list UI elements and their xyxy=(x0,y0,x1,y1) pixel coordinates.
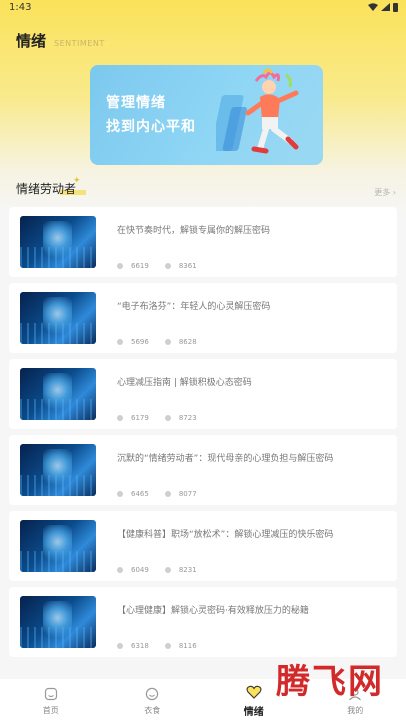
views-icon xyxy=(117,339,123,345)
sparkle-icon: ✦ xyxy=(73,176,81,186)
article-title: 【健康科普】职场“放松术”：解锁心理减压的快乐密码 xyxy=(117,530,334,540)
tab-label: 我的 xyxy=(347,706,364,715)
like-count: 8116 xyxy=(178,642,197,650)
like-count: 8077 xyxy=(178,490,197,498)
view-count: 5696 xyxy=(131,338,149,346)
article-title: 沉默的“情绪劳动者”：现代母亲的心理负担与解压密码 xyxy=(117,454,334,464)
likes-icon xyxy=(164,567,171,573)
views-icon xyxy=(117,263,123,269)
article-card[interactable]: 在快节奏时代，解锁专属你的解压密码 6619 8361 xyxy=(9,207,397,277)
like-count: 8723 xyxy=(178,414,197,422)
article-card[interactable]: 【心理健康】解锁心灵密码·有效释放压力的秘籍 6318 8116 xyxy=(9,587,397,657)
home-icon xyxy=(43,686,59,702)
views-icon xyxy=(117,643,123,649)
article-thumbnail xyxy=(20,520,96,572)
tab-food-clothing[interactable]: 衣食 xyxy=(122,686,182,716)
page-header: 情绪 SENTIMENT xyxy=(16,30,105,51)
tab-sentiment[interactable]: 情绪 xyxy=(224,684,284,718)
article-card[interactable]: 心理减压指南 | 解锁积极心态密码 6179 8723 xyxy=(9,359,397,429)
views-icon xyxy=(117,491,123,497)
likes-icon xyxy=(164,263,171,269)
promo-banner[interactable]: 管理情绪 找到内心平和 xyxy=(90,65,323,165)
banner-headline: 管理情绪 xyxy=(106,95,166,111)
article-stats: 6465 8077 xyxy=(117,490,213,498)
like-count: 8361 xyxy=(178,262,197,270)
article-stats: 6049 8231 xyxy=(117,566,213,574)
running-figure-illustration xyxy=(216,68,299,154)
site-watermark: 腾飞网 xyxy=(276,662,384,702)
page-subtitle: SENTIMENT xyxy=(54,39,105,48)
tab-label: 情绪 xyxy=(243,707,264,718)
article-thumbnail xyxy=(20,368,96,420)
page-title: 情绪 xyxy=(16,32,47,50)
tab-label: 衣食 xyxy=(144,706,161,715)
likes-icon xyxy=(164,491,171,497)
tab-label: 首页 xyxy=(42,706,59,715)
like-count: 8231 xyxy=(178,566,197,574)
view-count: 6318 xyxy=(131,642,149,650)
article-title: 心理减压指南 | 解锁积极心态密码 xyxy=(117,378,252,388)
banner-tagline: 找到内心平和 xyxy=(106,119,196,135)
views-icon xyxy=(117,567,123,573)
views-icon xyxy=(117,415,123,421)
article-list: 在快节奏时代，解锁专属你的解压密码 6619 8361 “电子布洛芬”：年轻人的… xyxy=(9,207,397,663)
more-link[interactable]: 更多 › xyxy=(374,187,396,198)
article-title: 【心理健康】解锁心灵密码·有效释放压力的秘籍 xyxy=(117,606,309,616)
wifi-icon xyxy=(368,3,378,11)
article-stats: 6619 8361 xyxy=(117,262,213,270)
view-count: 6049 xyxy=(131,566,149,574)
section-title: 情绪劳动者 xyxy=(16,182,77,196)
view-count: 6619 xyxy=(131,262,149,270)
view-count: 6179 xyxy=(131,414,149,422)
view-count: 6465 xyxy=(131,490,149,498)
section-header: 情绪劳动者 ✦ 更多 › xyxy=(16,176,400,198)
article-card[interactable]: “电子布洛芬”：年轻人的心灵解压密码 5696 8628 xyxy=(9,283,397,353)
likes-icon xyxy=(164,643,171,649)
status-time: 1:43 xyxy=(9,1,32,13)
battery-icon xyxy=(393,2,398,12)
article-thumbnail xyxy=(20,216,96,268)
article-thumbnail xyxy=(20,444,96,496)
article-stats: 6318 8116 xyxy=(117,642,213,650)
smile-icon xyxy=(144,686,160,702)
article-title: “电子布洛芬”：年轻人的心灵解压密码 xyxy=(117,302,271,312)
article-stats: 5696 8628 xyxy=(117,338,213,346)
like-count: 8628 xyxy=(178,338,197,346)
article-card[interactable]: 【健康科普】职场“放松术”：解锁心理减压的快乐密码 6049 8231 xyxy=(9,511,397,581)
status-icons xyxy=(368,2,398,12)
tab-home[interactable]: 首页 xyxy=(21,686,81,716)
article-stats: 6179 8723 xyxy=(117,414,213,422)
likes-icon xyxy=(164,339,171,345)
article-card[interactable]: 沉默的“情绪劳动者”：现代母亲的心理负担与解压密码 6465 8077 xyxy=(9,435,397,505)
heart-icon xyxy=(246,684,262,700)
article-title: 在快节奏时代，解锁专属你的解压密码 xyxy=(117,226,271,236)
likes-icon xyxy=(164,415,171,421)
status-bar: 1:43 xyxy=(0,0,406,14)
article-thumbnail xyxy=(20,292,96,344)
article-thumbnail xyxy=(20,596,96,648)
signal-icon xyxy=(381,3,390,11)
